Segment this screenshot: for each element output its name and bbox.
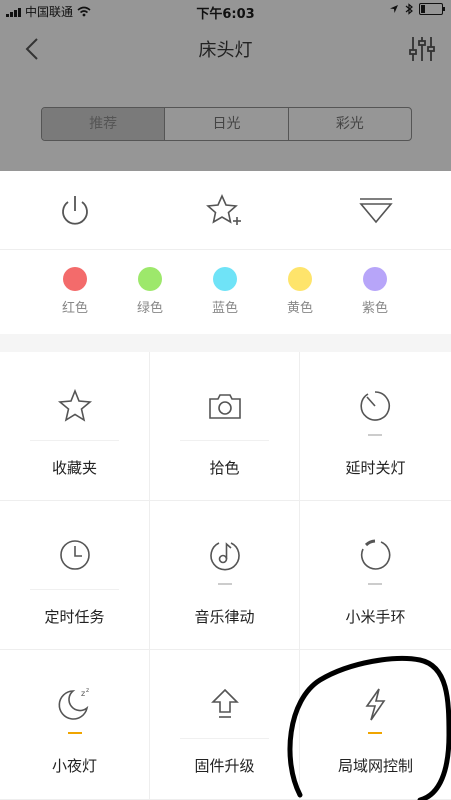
- feature-label: 小米手环: [345, 608, 406, 626]
- status-bar-indicator: [368, 732, 382, 734]
- star-plus-icon[interactable]: [205, 191, 245, 231]
- tab-color-light[interactable]: 彩光: [287, 108, 411, 140]
- cell-divider: [30, 589, 119, 590]
- cell-divider: [180, 440, 269, 441]
- color-swatch-yellow[interactable]: 黄色: [270, 267, 330, 316]
- color-swatch-red[interactable]: 红色: [45, 267, 105, 316]
- feature-label: 延时关灯: [345, 459, 406, 477]
- feature-grid: 收藏夹 拾色 延时关灯 定时任务 音乐律动 小米手环 z z 小夜灯 固件升级 …: [0, 352, 451, 800]
- feature-night-light[interactable]: z z 小夜灯: [0, 650, 150, 800]
- color-swatch-green[interactable]: 绿色: [120, 267, 180, 316]
- svg-text:z: z: [81, 689, 85, 698]
- control-sheet: 红色 绿色 蓝色 黄色 紫色 收藏夹 拾色 延时关灯 定时任务 音乐律动 小米手…: [0, 171, 451, 800]
- cell-divider: [180, 738, 269, 739]
- camera-icon: [209, 394, 241, 419]
- feature-music-rhythm[interactable]: 音乐律动: [150, 501, 300, 650]
- status-bar-indicator: [368, 434, 382, 436]
- status-bar-indicator: [68, 732, 82, 734]
- music-icon: [210, 542, 240, 571]
- lightning-icon: [365, 688, 386, 721]
- status-bar-indicator: [218, 583, 232, 585]
- color-dot: [138, 267, 162, 291]
- color-label: 紫色: [361, 301, 388, 316]
- header-overlay: 中国联通 下午6:03 床头灯 推荐 日光 彩光: [0, 0, 451, 171]
- status-bar-indicator: [368, 583, 382, 585]
- color-swatch-purple[interactable]: 紫色: [345, 267, 405, 316]
- location-icon: [390, 5, 398, 13]
- tab-recommended[interactable]: 推荐: [42, 108, 165, 140]
- quick-action-row: [0, 171, 451, 250]
- feature-label: 拾色: [209, 459, 240, 477]
- color-dot: [63, 267, 87, 291]
- feature-label: 固件升级: [194, 757, 255, 775]
- timer-icon: [360, 391, 391, 421]
- moon-icon: z z: [58, 687, 89, 720]
- feature-favorites[interactable]: 收藏夹: [0, 352, 150, 501]
- color-swatch-blue[interactable]: 蓝色: [195, 267, 255, 316]
- feature-firmware-upgrade[interactable]: 固件升级: [150, 650, 300, 800]
- battery-icon: [419, 3, 445, 15]
- section-divider: [0, 334, 451, 352]
- feature-color-picker[interactable]: 拾色: [150, 352, 300, 501]
- star-icon: [57, 388, 93, 422]
- band-icon: [360, 539, 391, 570]
- feature-label: 局域网控制: [337, 757, 413, 775]
- feature-delay-off[interactable]: 延时关灯: [300, 352, 451, 501]
- sliders-icon[interactable]: [407, 34, 437, 64]
- triangle-down-icon[interactable]: [356, 191, 396, 231]
- clock-icon: [60, 540, 90, 570]
- feature-label: 定时任务: [44, 608, 105, 626]
- color-label: 黄色: [286, 301, 313, 316]
- feature-label: 小夜灯: [51, 757, 97, 775]
- nav-bar: 床头灯: [0, 22, 451, 76]
- status-right: [389, 3, 445, 15]
- power-icon[interactable]: [55, 191, 95, 231]
- mode-segmented-control: 推荐 日光 彩光: [41, 107, 412, 141]
- color-label: 绿色: [136, 301, 163, 316]
- color-dot: [213, 267, 237, 291]
- svg-text:z: z: [86, 687, 89, 694]
- bluetooth-icon: [405, 3, 413, 15]
- status-time: 下午6:03: [196, 7, 255, 22]
- page-title: 床头灯: [198, 40, 253, 61]
- color-dot: [288, 267, 312, 291]
- feature-label: 音乐律动: [194, 608, 255, 626]
- upgrade-arrow-icon: [211, 688, 239, 718]
- color-dot: [363, 267, 387, 291]
- status-bar: 中国联通 下午6:03: [0, 0, 451, 22]
- feature-scheduled-task[interactable]: 定时任务: [0, 501, 150, 650]
- color-label: 红色: [61, 301, 88, 316]
- feature-mi-band[interactable]: 小米手环: [300, 501, 451, 650]
- cell-divider: [30, 440, 119, 441]
- tab-daylight[interactable]: 日光: [164, 108, 287, 140]
- feature-label: 收藏夹: [51, 459, 97, 477]
- color-label: 蓝色: [211, 301, 238, 316]
- feature-lan-control[interactable]: 局域网控制: [300, 650, 451, 800]
